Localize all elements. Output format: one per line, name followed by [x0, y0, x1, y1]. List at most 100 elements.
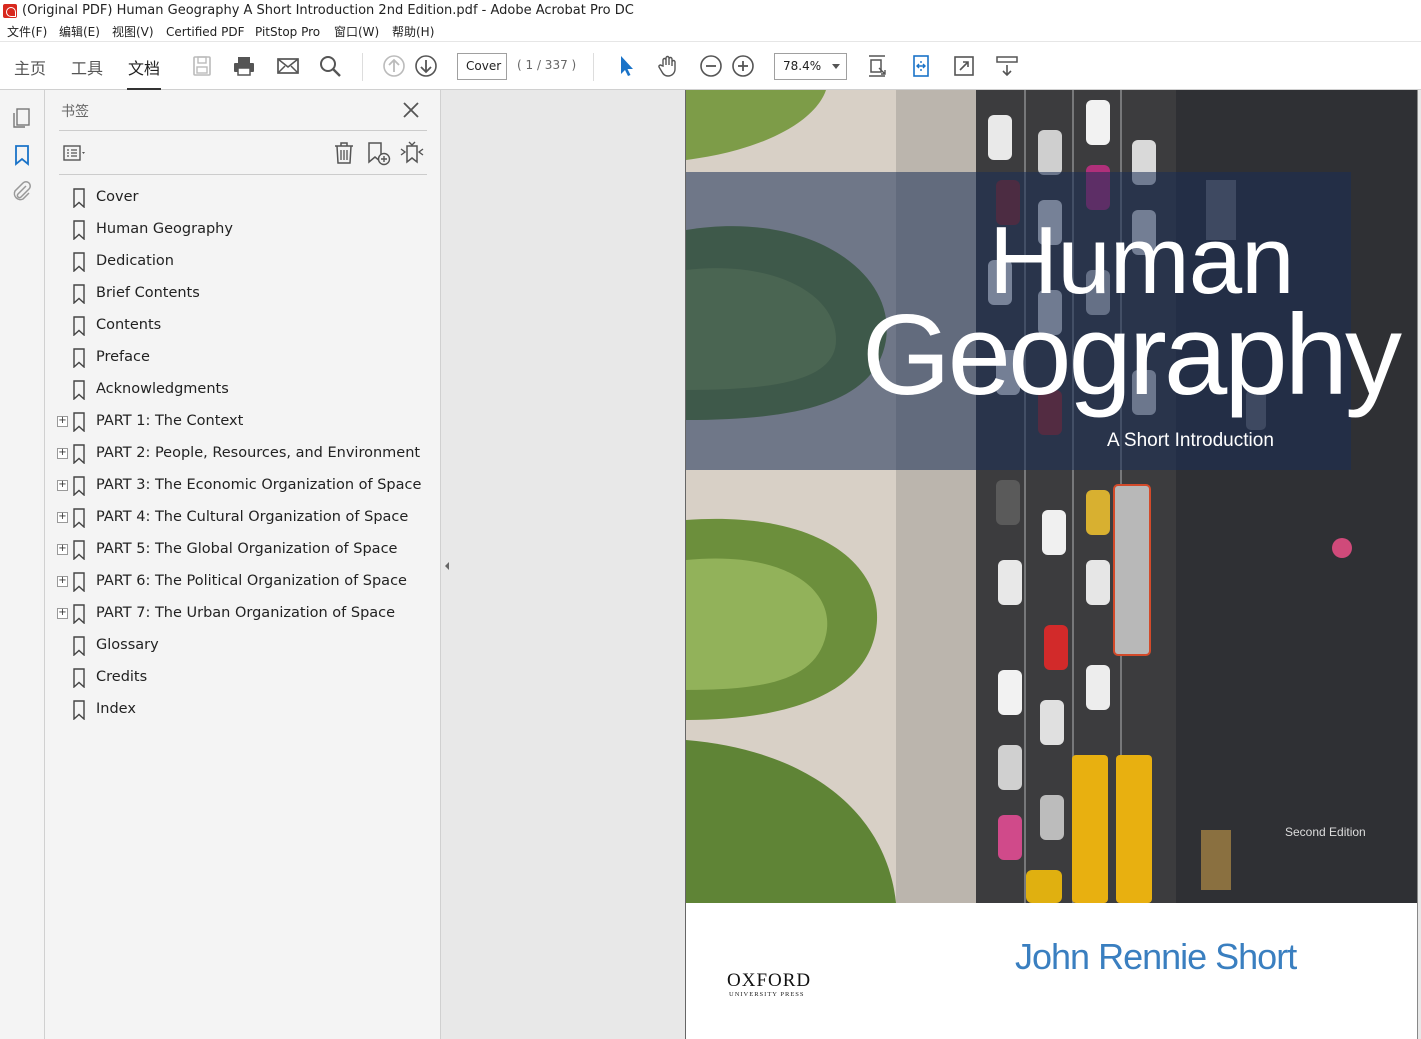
chevron-down-icon: [832, 64, 840, 69]
bookmark-item[interactable]: + PART 4: The Cultural Organization of Sp…: [45, 502, 441, 534]
acrobat-app-icon: [3, 4, 17, 18]
select-cursor-icon[interactable]: [613, 53, 639, 79]
save-icon[interactable]: [189, 53, 215, 79]
bookmark-icon: [72, 348, 86, 369]
expand-icon[interactable]: +: [57, 544, 68, 555]
bookmark-icon: [72, 284, 86, 305]
tab-home[interactable]: 主页: [14, 55, 46, 79]
bookmark-item[interactable]: + PART 3: The Economic Organization of Sp…: [45, 470, 441, 502]
page-number-input[interactable]: Cover: [457, 53, 507, 80]
bookmark-item[interactable]: + PART 2: People, Resources, and Environm…: [45, 438, 441, 470]
bookmark-label: PART 7: The Urban Organization of Space: [96, 605, 396, 621]
expand-bookmark-icon[interactable]: [399, 140, 425, 166]
menu-view[interactable]: 视图(V): [112, 22, 154, 42]
next-page-icon[interactable]: [413, 53, 439, 79]
tab-document[interactable]: 文档: [126, 55, 162, 91]
expand-icon[interactable]: +: [57, 480, 68, 491]
title-bar: (Original PDF) Human Geography A Short I…: [0, 0, 1421, 22]
zoom-out-icon[interactable]: [698, 53, 724, 79]
page-count: ( 1 / 337 ): [517, 58, 577, 72]
bookmark-label: Glossary: [96, 637, 159, 653]
cover-author: John Rennie Short: [1015, 936, 1297, 977]
fullscreen-icon[interactable]: [951, 53, 977, 79]
bookmark-item[interactable]: Acknowledgments: [45, 374, 441, 406]
new-bookmark-icon[interactable]: [365, 140, 391, 166]
bookmark-label: PART 2: People, Resources, and Environme…: [96, 445, 421, 461]
tab-tools[interactable]: 工具: [71, 55, 103, 79]
pages-icon[interactable]: [10, 106, 34, 130]
window-title: (Original PDF) Human Geography A Short I…: [22, 3, 634, 18]
bookmark-icon: [72, 700, 86, 721]
email-icon[interactable]: [275, 53, 301, 79]
menu-bar: 文件(F) 编辑(E) 视图(V) Certified PDF PitStop …: [0, 22, 1421, 42]
bookmark-item[interactable]: Cover: [45, 182, 441, 214]
prev-page-icon[interactable]: [381, 53, 407, 79]
attachment-icon[interactable]: [10, 179, 34, 203]
bookmark-label: PART 5: The Global Organization of Space: [96, 541, 398, 557]
bookmark-label: PART 6: The Political Organization of Sp…: [96, 573, 407, 589]
search-icon[interactable]: [317, 53, 343, 79]
expand-icon[interactable]: +: [57, 608, 68, 619]
bookmark-label: Dedication: [96, 253, 174, 269]
cover-subtitle: A Short Introduction: [1107, 430, 1274, 451]
bookmark-label: Index: [96, 701, 136, 717]
panel-title: 书签: [61, 104, 89, 120]
hand-tool-icon[interactable]: [655, 53, 681, 79]
bookmark-icon: [72, 412, 86, 433]
bookmark-label: PART 1: The Context: [96, 413, 244, 429]
menu-pitstop[interactable]: PitStop Pro: [255, 22, 320, 42]
print-icon[interactable]: [231, 53, 257, 79]
bookmark-icon: [72, 572, 86, 593]
zoom-select[interactable]: 78.4%: [774, 53, 847, 80]
bookmark-icon[interactable]: [10, 143, 34, 167]
bookmarks-panel: 书签 Cover Human Geography Dedication Brief C…: [45, 90, 441, 1039]
menu-certified[interactable]: Certified PDF: [166, 22, 245, 42]
pdf-page: Human Geography A Short Introduction Sec…: [685, 90, 1418, 1039]
bookmark-item[interactable]: + PART 5: The Global Organization of Spac…: [45, 534, 441, 566]
cover-edition: Second Edition: [1285, 825, 1366, 839]
bookmark-label: Acknowledgments: [96, 381, 229, 397]
bookmark-item[interactable]: Contents: [45, 310, 441, 342]
bookmark-icon: [72, 668, 86, 689]
bookmark-item[interactable]: Glossary: [45, 630, 441, 662]
menu-window[interactable]: 窗口(W): [334, 22, 379, 42]
toolbar-separator: [362, 53, 363, 81]
bookmark-icon: [72, 508, 86, 529]
close-icon[interactable]: [401, 100, 421, 120]
menu-help[interactable]: 帮助(H): [392, 22, 434, 42]
panel-divider: [59, 174, 427, 175]
bookmark-item[interactable]: Index: [45, 694, 441, 726]
bookmark-label: Credits: [96, 669, 148, 685]
expand-icon[interactable]: +: [57, 416, 68, 427]
bookmark-label: Brief Contents: [96, 285, 200, 301]
fit-page-icon[interactable]: [864, 53, 890, 79]
bookmark-icon: [72, 316, 86, 337]
bookmark-item[interactable]: + PART 7: The Urban Organization of Space: [45, 598, 441, 630]
bookmark-item[interactable]: + PART 6: The Political Organization of S…: [45, 566, 441, 598]
bookmark-item[interactable]: Brief Contents: [45, 278, 441, 310]
publisher-subtitle: UNIVERSITY PRESS: [729, 991, 805, 998]
bookmark-icon: [72, 380, 86, 401]
expand-icon[interactable]: +: [57, 448, 68, 459]
menu-file[interactable]: 文件(F): [7, 22, 47, 42]
bookmark-icon: [72, 540, 86, 561]
bookmark-options-icon[interactable]: [62, 140, 88, 166]
bookmark-item[interactable]: + PART 1: The Context: [45, 406, 441, 438]
expand-icon[interactable]: +: [57, 576, 68, 587]
bookmark-item[interactable]: Preface: [45, 342, 441, 374]
panel-divider: [59, 130, 427, 131]
bookmark-item[interactable]: Dedication: [45, 246, 441, 278]
bookmark-label: PART 4: The Cultural Organization of Spa…: [96, 509, 409, 525]
bookmark-item[interactable]: Human Geography: [45, 214, 441, 246]
fit-width-icon[interactable]: [908, 53, 934, 79]
delete-icon[interactable]: [331, 140, 357, 166]
read-mode-icon[interactable]: [994, 53, 1020, 79]
bookmark-list: Cover Human Geography Dedication Brief Cont…: [45, 182, 441, 726]
zoom-in-icon[interactable]: [730, 53, 756, 79]
menu-edit[interactable]: 编辑(E): [59, 22, 100, 42]
bookmark-item[interactable]: Credits: [45, 662, 441, 694]
collapse-panel-icon[interactable]: [443, 558, 451, 572]
toolbar: 主页 工具 文档 Cover ( 1 / 337 ) 78.4%: [0, 43, 1421, 91]
expand-icon[interactable]: +: [57, 512, 68, 523]
bookmark-icon: [72, 636, 86, 657]
